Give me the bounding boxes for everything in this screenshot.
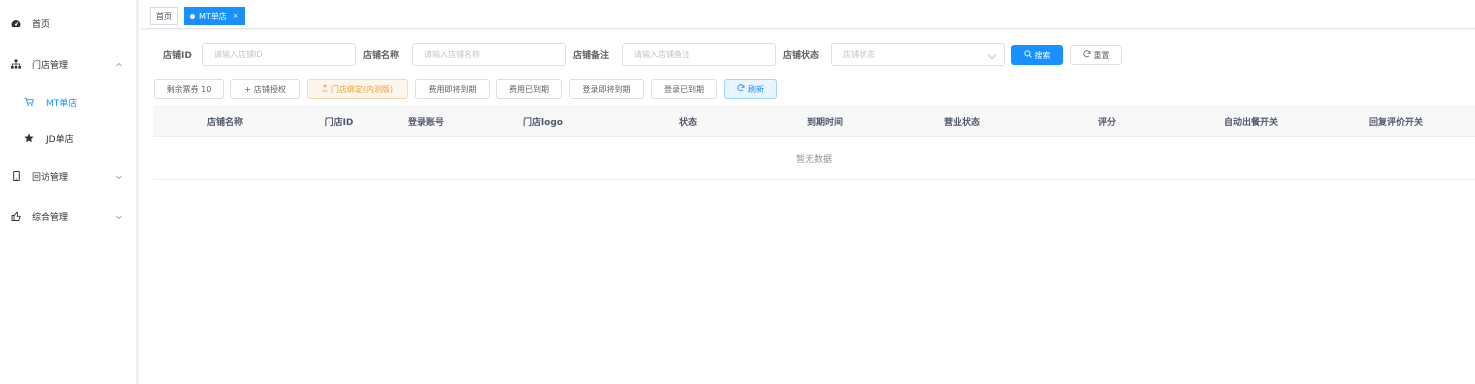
column-header[interactable]: 评分 [1081,105,1133,137]
fee-expired-button[interactable]: 费用已到期 [496,79,562,99]
login-expiring-button[interactable]: 登录即将到期 [569,79,644,99]
refresh-icon [737,84,745,94]
column-header[interactable]: 门店ID [309,105,369,137]
select-placeholder: 店铺状态 [843,50,875,59]
chevron-down-icon [116,173,122,180]
sidebar-item-store-management[interactable]: 门店管理 [0,49,136,79]
remaining-tickets-label: 剩余票券 10 [166,84,212,94]
column-header[interactable]: 回复评价开关 [1352,105,1440,137]
table-header: 店铺名称 门店ID 登录账号 门店logo 状态 到期时间 营业状态 评分 自动… [153,105,1475,137]
column-header[interactable]: 登录账号 [396,105,456,137]
search-button[interactable]: 搜索 [1011,45,1063,65]
mobile-icon [11,171,21,181]
bind-store-label: 门店绑定(内测版) [330,84,394,94]
column-header[interactable]: 营业状态 [931,105,993,137]
store-note-label: 店铺备注 [573,51,610,61]
star-icon [24,133,34,143]
tab-label: 首页 [156,11,172,21]
sidebar-item-label: MT单店 [46,98,78,109]
tab-home[interactable]: 首页 [150,7,178,25]
refresh-label: 刷新 [748,84,764,94]
tab-label: MT单店 [199,11,227,21]
dashboard-icon [11,18,21,28]
store-id-input[interactable]: 请输入店铺ID [202,43,356,66]
store-note-input[interactable]: 请输入店铺备注 [622,43,776,66]
store-authorize-label: 店铺授权 [253,84,286,94]
refresh-icon [1082,50,1091,60]
sidebar-item-label: 门店管理 [32,60,69,71]
remaining-tickets-button[interactable]: 剩余票券 10 [154,79,224,99]
reset-button-label: 重置 [1093,50,1110,60]
empty-text: 暂无数据 [795,154,832,165]
fee-expired-label: 费用已到期 [509,84,549,94]
column-header[interactable]: 门店logo [510,105,576,137]
fee-expiring-button[interactable]: 费用即将到期 [415,79,490,99]
bind-store-button[interactable]: 门店绑定(内测版) [307,79,408,99]
reset-button[interactable]: 重置 [1070,45,1122,65]
thumbs-up-icon [11,211,21,221]
column-header[interactable]: 店铺名称 [181,105,269,137]
table-empty: 暂无数据 [153,137,1475,180]
tags-view-bar: 首页 MT单店 × [142,0,1475,29]
close-icon[interactable]: × [233,12,239,20]
fee-expiring-label: 费用即将到期 [428,84,477,94]
sidebar-item-label: 回访管理 [32,172,69,183]
plus-icon: + [244,84,251,94]
store-status-label: 店铺状态 [783,51,820,61]
column-header[interactable]: 状态 [658,105,718,137]
column-header[interactable]: 到期时间 [795,105,855,137]
sidebar-item-visit-management[interactable]: 回访管理 [0,161,136,191]
store-authorize-button[interactable]: + 店铺授权 [230,79,300,99]
column-header[interactable]: 自动出餐开关 [1207,105,1295,137]
sidebar-item-mt-store[interactable]: MT单店 [0,87,136,117]
store-name-input[interactable]: 请输入店铺名称 [412,43,566,66]
sidebar-item-general-management[interactable]: 综合管理 [0,201,136,231]
sidebar-item-label: 首页 [32,19,51,30]
tab-mt-store[interactable]: MT单店 × [184,7,245,25]
login-expired-label: 登录已到期 [664,84,704,94]
sidebar-item-label: 综合管理 [32,212,69,223]
sidebar-item-jd-store[interactable]: JD单店 [0,123,136,153]
chevron-down-icon [987,50,997,60]
sitemap-icon [11,59,21,69]
chevron-up-icon [116,61,122,67]
login-expiring-label: 登录即将到期 [582,84,631,94]
sidebar: 首页 门店管理 MT单店 JD单店 回访管理 综合管理 [0,0,139,384]
chevron-down-icon [116,213,122,220]
store-status-select[interactable]: 店铺状态 [831,43,1005,66]
search-button-label: 搜索 [1034,50,1051,60]
app-root: 首页 门店管理 MT单店 JD单店 回访管理 综合管理 首页 MT单店 × 店铺… [0,0,1475,384]
link-icon [322,84,328,94]
shopping-cart-icon [24,97,34,107]
store-id-label: 店铺ID [163,51,192,61]
sidebar-item-home[interactable]: 首页 [0,8,136,38]
refresh-button[interactable]: 刷新 [724,79,777,99]
store-name-label: 店铺名称 [363,51,400,61]
login-expired-button[interactable]: 登录已到期 [651,79,717,99]
sidebar-item-label: JD单店 [46,134,74,145]
active-dot-icon [190,13,195,19]
search-icon [1023,50,1032,60]
